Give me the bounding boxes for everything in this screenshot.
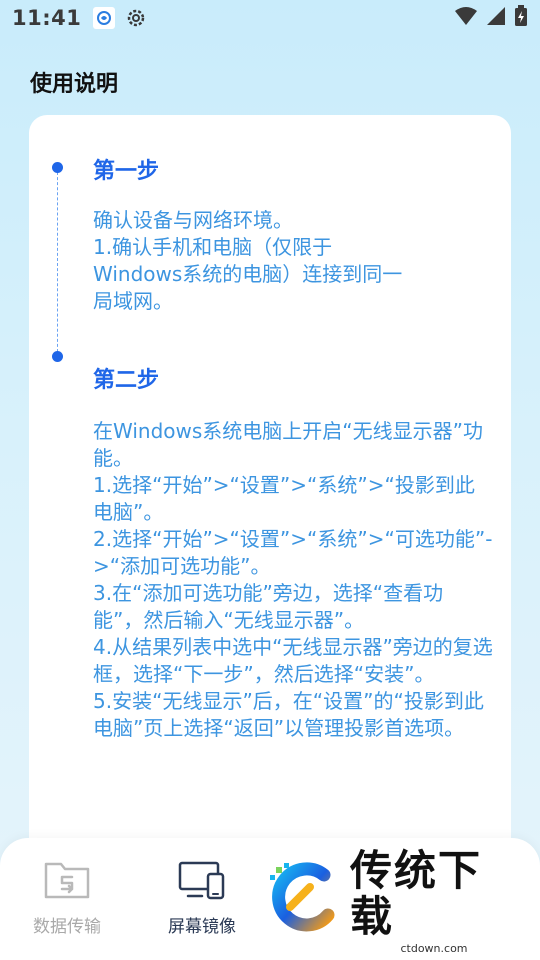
step-1-line: 1.确认手机和电脑（仅限于Windows系统的电脑）连接到同一局域网。 [93, 235, 403, 313]
step-2-body: 在Windows系统电脑上开启“无线显示器”功能。 1.选择“开始”>“设置”>… [93, 418, 493, 742]
status-bar: 11:41 [0, 0, 540, 36]
step-1-title: 第一步 [93, 159, 160, 184]
timeline-connector [57, 167, 58, 357]
wifi-icon [454, 6, 478, 30]
nav-label-data-transfer: 数据传输 [33, 917, 101, 937]
settings-icon [125, 7, 147, 29]
step-1-line: 确认设备与网络环境。 [93, 208, 293, 232]
nav-label-screen-mirror: 屏幕镜像 [168, 917, 236, 937]
status-time: 11:41 [12, 6, 82, 30]
page-title: 使用说明 [30, 72, 119, 97]
step-2-line: 3.在“添加可选功能”旁边，选择“查看功能”，然后输入“无线显示器”。 [93, 581, 444, 632]
app-notification-icon [93, 7, 116, 29]
step-2-line: 在Windows系统电脑上开启“无线显示器”功能。 [93, 419, 483, 470]
step-2-line: 4.从结果列表中选中“无线显示器”旁边的复选框，选择“下一步”，然后选择“安装”… [93, 635, 493, 686]
watermark: 传统下载 ctdown.com [266, 847, 518, 955]
step-2-title: 第二步 [93, 368, 160, 393]
watermark-logo [266, 861, 342, 941]
watermark-url: ctdown.com [400, 941, 468, 955]
nav-item-screen-mirror[interactable]: 屏幕镜像 [147, 860, 257, 937]
step-1-marker [52, 162, 63, 173]
watermark-title: 传统下载 [350, 845, 483, 941]
step-2-line: 1.选择“开始”>“设置”>“系统”>“投影到此电脑”。 [93, 473, 475, 524]
step-2-marker [52, 351, 63, 362]
battery-charging-icon [514, 5, 528, 31]
screen-mirror-icon [178, 860, 226, 904]
step-2-line: 5.安装“无线显示”后，在“设置”的“投影到此电脑”页上选择“返回”以管理投影首… [93, 689, 484, 740]
nav-item-data-transfer[interactable]: 数据传输 [12, 860, 122, 937]
step-2-line: 2.选择“开始”>“设置”>“系统”>“可选功能”->“添加可选功能”。 [93, 527, 493, 578]
instructions-card: 第一步 确认设备与网络环境。 1.确认手机和电脑（仅限于Windows系统的电脑… [29, 115, 511, 875]
signal-icon [486, 6, 506, 30]
step-1-body: 确认设备与网络环境。 1.确认手机和电脑（仅限于Windows系统的电脑）连接到… [93, 207, 413, 315]
folder-transfer-icon [43, 860, 91, 904]
